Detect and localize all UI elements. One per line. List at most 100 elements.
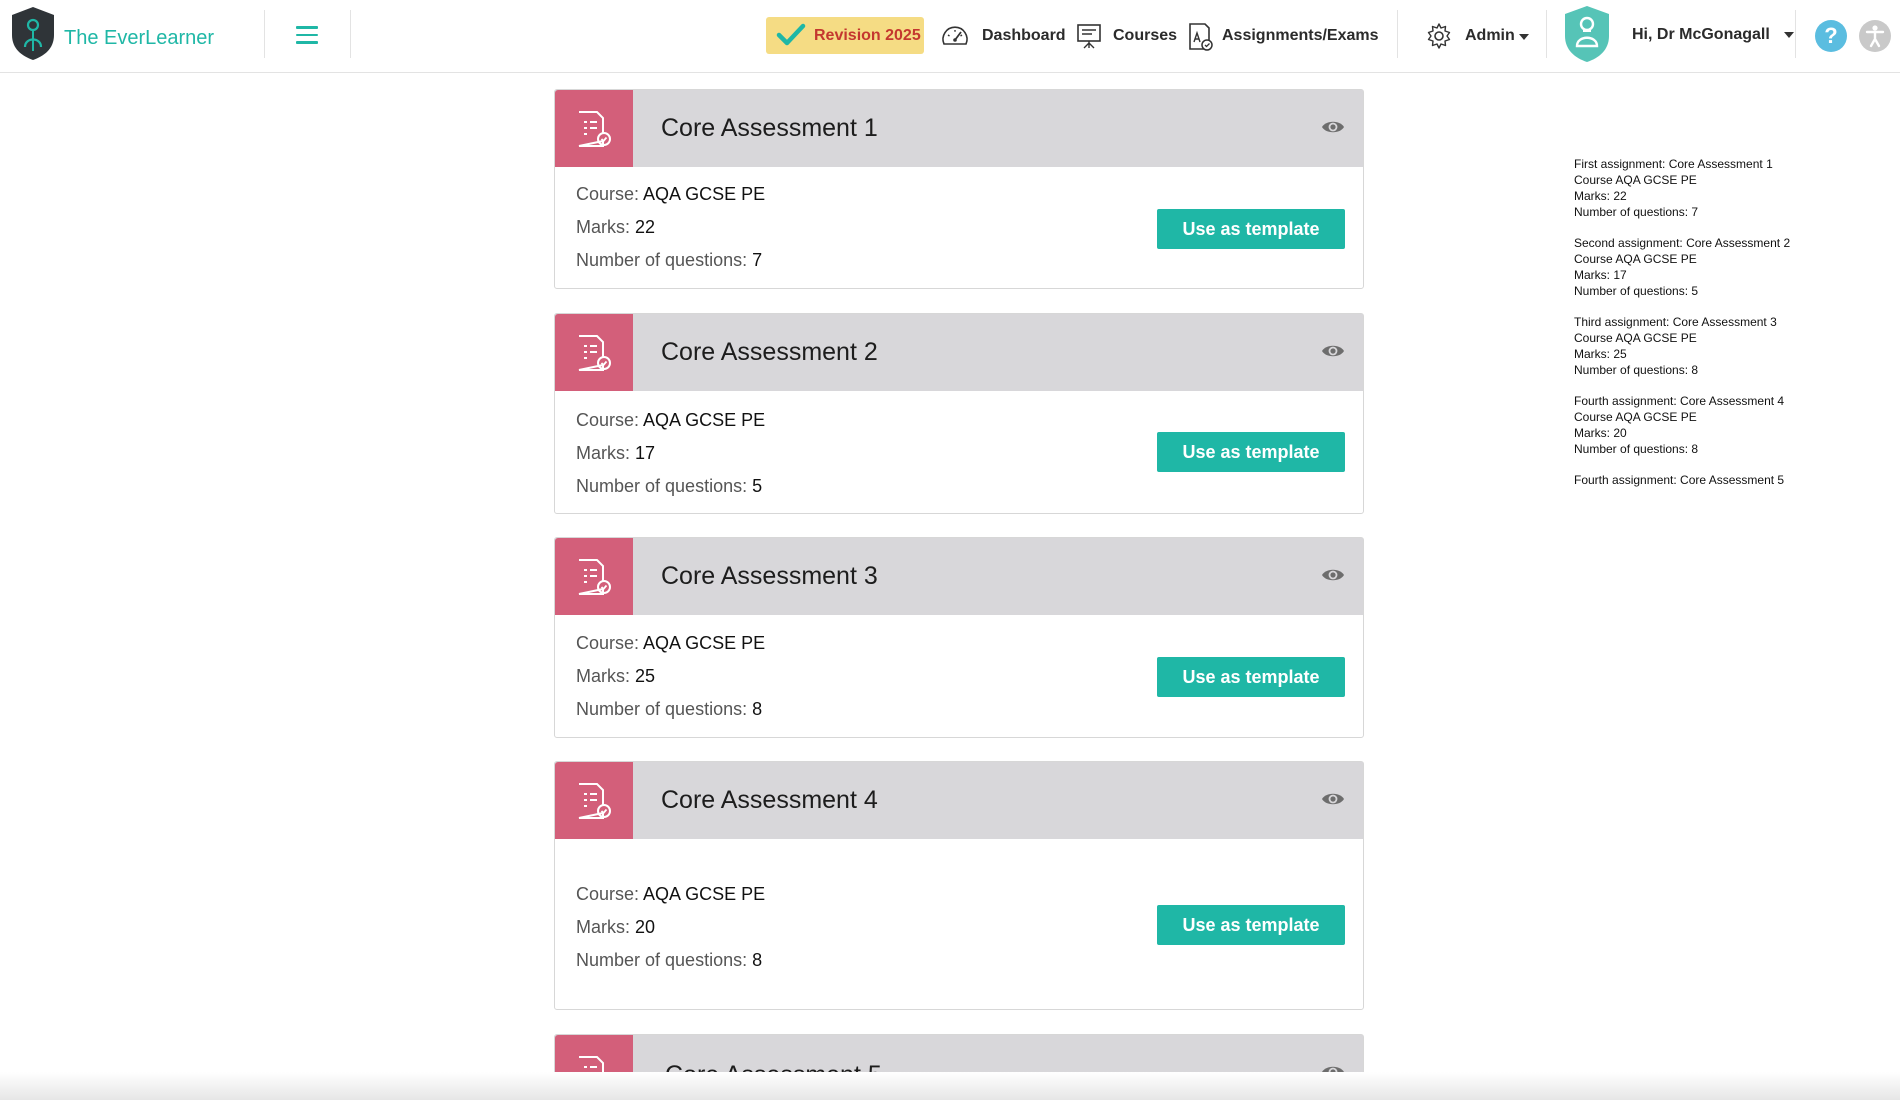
note-line: Marks: 22 bbox=[1574, 189, 1627, 203]
questions-row: Number of questions: 5 bbox=[576, 476, 762, 497]
note-line: Course AQA GCSE PE bbox=[1574, 173, 1697, 187]
nav-admin-dropdown[interactable]: Admin bbox=[1425, 20, 1535, 52]
divider bbox=[1397, 10, 1398, 58]
assessment-card: Core Assessment 3 Course: AQA GCSE PE Ma… bbox=[554, 537, 1364, 738]
assessment-card: Core Assessment 1 Course: AQA GCSE PE Ma… bbox=[554, 89, 1364, 289]
note-line: Course AQA GCSE PE bbox=[1574, 331, 1697, 345]
checklist-document-icon bbox=[555, 314, 633, 391]
accessibility-person-icon[interactable] bbox=[1859, 20, 1891, 52]
note-line: Second assignment: Core Assessment 2 bbox=[1574, 236, 1791, 250]
chevron-down-icon bbox=[1519, 34, 1529, 40]
marks-value: 20 bbox=[635, 917, 656, 937]
divider bbox=[264, 10, 265, 58]
use-as-template-button[interactable]: Use as template bbox=[1157, 209, 1345, 249]
questions-label: Number of questions: bbox=[576, 476, 748, 496]
note-line: First assignment: Core Assessment 1 bbox=[1574, 157, 1773, 171]
eye-icon[interactable] bbox=[1321, 566, 1345, 584]
course-row: Course: AQA GCSE PE bbox=[576, 184, 765, 205]
note-line: Number of questions: 7 bbox=[1574, 205, 1699, 219]
nav-courses-label: Courses bbox=[1113, 27, 1178, 44]
questions-label: Number of questions: bbox=[576, 699, 748, 719]
nav-assignments-label: Assignments/Exams bbox=[1222, 27, 1379, 44]
checkmark-icon bbox=[776, 23, 806, 46]
marks-row: Marks: 22 bbox=[576, 217, 655, 238]
questions-label: Number of questions: bbox=[576, 250, 748, 270]
note-line: Fourth assignment: Core Assessment 4 bbox=[1574, 394, 1785, 408]
presentation-board-icon bbox=[1077, 24, 1101, 49]
course-label: Course: bbox=[576, 884, 640, 904]
marks-row: Marks: 25 bbox=[576, 666, 655, 687]
eye-icon[interactable] bbox=[1321, 118, 1345, 136]
assessment-title[interactable]: Core Assessment 1 bbox=[661, 114, 878, 143]
course-row: Course: AQA GCSE PE bbox=[576, 884, 765, 905]
questions-value: 8 bbox=[752, 699, 763, 719]
questions-value: 7 bbox=[752, 250, 763, 270]
course-label: Course: bbox=[576, 184, 640, 204]
questions-value: 8 bbox=[752, 950, 763, 970]
note-group: Second assignment: Core Assessment 2 Cou… bbox=[1574, 235, 1874, 299]
nav-dashboard[interactable]: Dashboard bbox=[940, 20, 1066, 52]
gear-icon bbox=[1427, 23, 1451, 49]
note-line: Marks: 25 bbox=[1574, 347, 1627, 361]
questions-label: Number of questions: bbox=[576, 950, 748, 970]
assessment-card: Core Assessment 4 Course: AQA GCSE PE Ma… bbox=[554, 761, 1364, 1010]
course-value: AQA GCSE PE bbox=[643, 184, 766, 204]
marks-value: 17 bbox=[635, 443, 656, 463]
user-greeting: Hi, Dr McGonagall bbox=[1632, 26, 1770, 43]
note-line: Number of questions: 8 bbox=[1574, 442, 1699, 456]
speedometer-icon bbox=[942, 26, 968, 45]
use-as-template-button[interactable]: Use as template bbox=[1157, 657, 1345, 697]
user-menu[interactable]: Hi, Dr McGonagall bbox=[1632, 26, 1795, 44]
questions-value: 5 bbox=[752, 476, 763, 496]
checklist-document-icon bbox=[555, 90, 633, 167]
marks-label: Marks: bbox=[576, 666, 630, 686]
course-row: Course: AQA GCSE PE bbox=[576, 410, 765, 431]
divider bbox=[1546, 10, 1547, 58]
checklist-document-icon bbox=[555, 762, 633, 839]
note-line: Number of questions: 8 bbox=[1574, 363, 1699, 377]
hamburger-menu-icon[interactable] bbox=[296, 26, 318, 44]
card-header: Core Assessment 3 bbox=[555, 538, 1363, 615]
course-value: AQA GCSE PE bbox=[643, 884, 766, 904]
nav-assignments[interactable]: Assignments/Exams bbox=[1187, 20, 1379, 52]
card-header: Core Assessment 2 bbox=[555, 314, 1363, 391]
marks-row: Marks: 20 bbox=[576, 917, 655, 938]
marks-label: Marks: bbox=[576, 917, 630, 937]
course-label: Course: bbox=[576, 633, 640, 653]
scroll-fade bbox=[0, 1072, 1900, 1100]
note-line: Marks: 20 bbox=[1574, 426, 1627, 440]
nav-dashboard-label: Dashboard bbox=[982, 27, 1066, 44]
marks-label: Marks: bbox=[576, 217, 630, 237]
divider bbox=[350, 10, 351, 58]
note-group: First assignment: Core Assessment 1 Cour… bbox=[1574, 156, 1874, 220]
shield-avatar-icon[interactable] bbox=[1562, 4, 1612, 64]
use-as-template-button[interactable]: Use as template bbox=[1157, 905, 1345, 945]
nav-courses[interactable]: Courses bbox=[1075, 20, 1178, 52]
assessment-title[interactable]: Core Assessment 3 bbox=[661, 562, 878, 591]
questions-row: Number of questions: 8 bbox=[576, 950, 762, 971]
use-as-template-button[interactable]: Use as template bbox=[1157, 432, 1345, 472]
assessment-title[interactable]: Core Assessment 2 bbox=[661, 338, 878, 367]
marks-value: 22 bbox=[635, 217, 656, 237]
course-label: Course: bbox=[576, 410, 640, 430]
brand-name[interactable]: The EverLearner bbox=[64, 27, 214, 50]
note-line: Course AQA GCSE PE bbox=[1574, 410, 1697, 424]
course-value: AQA GCSE PE bbox=[643, 410, 766, 430]
questions-row: Number of questions: 8 bbox=[576, 699, 762, 720]
assessment-title[interactable]: Core Assessment 4 bbox=[661, 786, 878, 815]
eye-icon[interactable] bbox=[1321, 342, 1345, 360]
marks-row: Marks: 17 bbox=[576, 443, 655, 464]
help-icon[interactable]: ? bbox=[1815, 20, 1847, 52]
course-row: Course: AQA GCSE PE bbox=[576, 633, 765, 654]
eye-icon[interactable] bbox=[1321, 790, 1345, 808]
marks-value: 25 bbox=[635, 666, 656, 686]
note-group: Fourth assignment: Core Assessment 5 bbox=[1574, 472, 1874, 488]
revision-button[interactable]: Revision 2025 bbox=[766, 17, 924, 54]
exam-document-icon bbox=[1189, 23, 1213, 51]
note-group: Third assignment: Core Assessment 3 Cour… bbox=[1574, 314, 1874, 378]
card-header: Core Assessment 4 bbox=[555, 762, 1363, 839]
note-line: Course AQA GCSE PE bbox=[1574, 252, 1697, 266]
card-header: Core Assessment 1 bbox=[555, 90, 1363, 167]
nav-admin-label: Admin bbox=[1465, 27, 1515, 44]
shield-logo-icon[interactable] bbox=[10, 5, 56, 61]
